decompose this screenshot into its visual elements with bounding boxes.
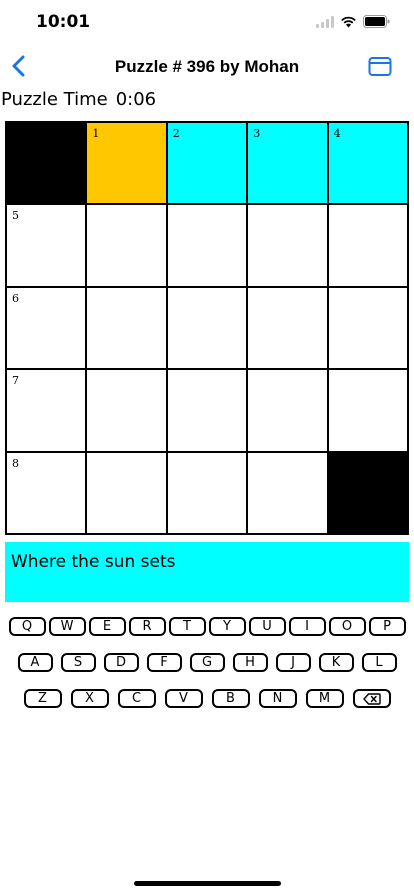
puzzle-timer: Puzzle Time 0:06: [1, 89, 156, 110]
key-o[interactable]: O: [328, 617, 366, 636]
grid-cell[interactable]: [86, 369, 167, 452]
battery-icon: [363, 15, 390, 28]
key-i[interactable]: I: [288, 617, 326, 636]
grid-cell[interactable]: [166, 451, 248, 534]
grid-cell[interactable]: 4: [327, 122, 408, 205]
key-w[interactable]: W: [48, 617, 86, 636]
keyboard-row-2: ASDFGHJKL: [0, 653, 414, 672]
delete-backward-icon: [362, 692, 381, 705]
grid-cell[interactable]: [247, 286, 328, 370]
key-f[interactable]: F: [146, 653, 182, 672]
key-a[interactable]: A: [17, 653, 53, 672]
clue-box: Where the sun sets: [5, 542, 409, 602]
grid-cell[interactable]: [86, 204, 167, 287]
grid-cell[interactable]: [327, 204, 408, 287]
grid-cell[interactable]: 6: [6, 286, 87, 370]
grid-cell[interactable]: [247, 369, 328, 452]
key-h[interactable]: H: [232, 653, 268, 672]
keyboard-row-3: ZXCVBNM: [0, 689, 414, 708]
cell-number: 3: [253, 127, 261, 140]
key-p[interactable]: P: [368, 617, 406, 636]
wifi-icon: [340, 16, 357, 28]
key-s[interactable]: S: [60, 653, 96, 672]
grid-cell[interactable]: [247, 451, 328, 534]
key-d[interactable]: D: [103, 653, 139, 672]
key-u[interactable]: U: [248, 617, 286, 636]
grid-block-cell: [6, 122, 87, 205]
key-v[interactable]: V: [164, 689, 203, 708]
cell-number: 5: [12, 209, 19, 223]
key-q[interactable]: Q: [8, 617, 46, 636]
timer-label: Puzzle Time: [1, 89, 108, 110]
cell-number: 2: [172, 127, 180, 140]
key-r[interactable]: R: [128, 617, 166, 636]
grid-cell[interactable]: [86, 286, 167, 370]
grid-cell[interactable]: 3: [247, 122, 328, 205]
grid-cell[interactable]: 7: [6, 369, 87, 452]
grid-cell[interactable]: 8: [6, 451, 87, 534]
grid-cell[interactable]: 1: [86, 122, 167, 205]
key-k[interactable]: K: [318, 653, 354, 672]
window-icon: [368, 57, 392, 76]
clue-text: Where the sun sets: [11, 552, 176, 572]
status-bar: 10:01: [0, 0, 414, 44]
grid-cell[interactable]: 5: [6, 204, 87, 287]
cell-number: 4: [333, 127, 341, 140]
key-l[interactable]: L: [361, 653, 397, 672]
window-button[interactable]: [368, 56, 392, 78]
key-c[interactable]: C: [117, 689, 156, 708]
page-title: Puzzle # 396 by Mohan: [114, 57, 300, 76]
grid-cell[interactable]: [166, 286, 248, 370]
grid-block-cell: [327, 451, 408, 534]
timer-value: 0:06: [115, 89, 157, 110]
status-time: 10:01: [36, 12, 91, 32]
cellular-signal-icon: [316, 15, 334, 28]
grid-cell[interactable]: [247, 204, 328, 287]
grid-cell[interactable]: [86, 451, 167, 534]
key-g[interactable]: G: [189, 653, 225, 672]
grid-cell[interactable]: 2: [166, 122, 248, 205]
grid-cell[interactable]: [327, 286, 408, 370]
key-z[interactable]: Z: [23, 689, 62, 708]
key-j[interactable]: J: [275, 653, 311, 672]
crossword-grid: 1 2 3 4 5 6 7 8: [5, 121, 409, 535]
key-y[interactable]: Y: [208, 617, 246, 636]
key-e[interactable]: E: [88, 617, 126, 636]
status-icons: [316, 15, 390, 28]
keyboard-row-1: QWERTYUIOP: [0, 617, 414, 636]
delete-key[interactable]: [352, 689, 391, 708]
cell-number: 1: [92, 127, 100, 140]
grid-cell[interactable]: [166, 204, 248, 287]
grid-cell[interactable]: [166, 369, 248, 452]
cell-number: 7: [12, 374, 19, 388]
cell-number: 8: [12, 456, 19, 470]
key-x[interactable]: X: [70, 689, 109, 708]
navigation-bar: Puzzle # 396 by Mohan: [0, 44, 414, 88]
key-n[interactable]: N: [258, 689, 297, 708]
home-indicator: [134, 881, 281, 886]
key-m[interactable]: M: [305, 689, 344, 708]
key-b[interactable]: B: [211, 689, 250, 708]
key-t[interactable]: T: [168, 617, 206, 636]
cell-number: 6: [12, 291, 19, 305]
grid-cell[interactable]: [327, 369, 408, 452]
